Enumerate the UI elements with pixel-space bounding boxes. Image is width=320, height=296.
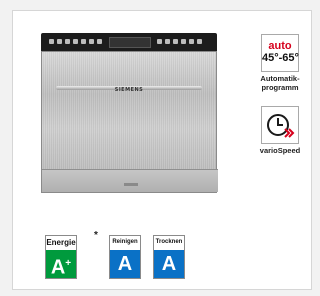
- program-button: [73, 39, 78, 44]
- label-heading: Energie: [46, 238, 76, 247]
- program-button: [189, 39, 194, 44]
- asterisk-note: *: [94, 230, 98, 241]
- feature-label-line: programm: [261, 83, 299, 92]
- program-button: [57, 39, 62, 44]
- program-button: [157, 39, 162, 44]
- program-button: [65, 39, 70, 44]
- program-buttons-left: [49, 39, 102, 45]
- clock-icon: [267, 114, 295, 138]
- feature-label: varioSpeed: [259, 146, 301, 155]
- dishwasher-door: SIEMENS: [41, 51, 218, 193]
- grade-badge: A+: [46, 250, 76, 279]
- grade-badge: A: [154, 250, 184, 278]
- program-button: [97, 39, 102, 44]
- small-badge: [124, 183, 138, 186]
- grade-letter: A: [50, 256, 66, 279]
- drying-class-label: Trocknen A: [153, 235, 185, 279]
- control-panel: [41, 33, 217, 51]
- clock-speed-icon: [261, 106, 299, 144]
- feature-label-line: Automatik-: [260, 74, 300, 83]
- cleaning-class-label: Reinigen A: [109, 235, 141, 279]
- grade-badge: A: [110, 250, 140, 278]
- program-button: [165, 39, 170, 44]
- program-button: [89, 39, 94, 44]
- kick-panel: [42, 169, 218, 192]
- label-heading: Reinigen: [112, 239, 138, 245]
- program-button: [197, 39, 202, 44]
- temp-range-label: 45°-65°: [262, 52, 299, 64]
- dishwasher-image: SIEMENS: [41, 33, 218, 193]
- control-display: [109, 37, 151, 48]
- auto-label: auto: [268, 40, 292, 52]
- feature-variospeed: varioSpeed: [256, 106, 304, 155]
- program-button: [173, 39, 178, 44]
- feature-automatik: auto 45°-65° Automatik- programm: [256, 34, 304, 92]
- energy-class-label: Energie A+: [45, 235, 77, 279]
- program-button: [81, 39, 86, 44]
- brand-logo: SIEMENS: [114, 87, 144, 93]
- program-buttons-right: [157, 39, 202, 45]
- grade-plus: +: [65, 258, 72, 269]
- program-button: [49, 39, 54, 44]
- thermometer-auto-icon: auto 45°-65°: [261, 34, 299, 72]
- label-heading: Trocknen: [155, 239, 183, 245]
- feature-label: Automatik- programm: [256, 74, 304, 92]
- program-button: [181, 39, 186, 44]
